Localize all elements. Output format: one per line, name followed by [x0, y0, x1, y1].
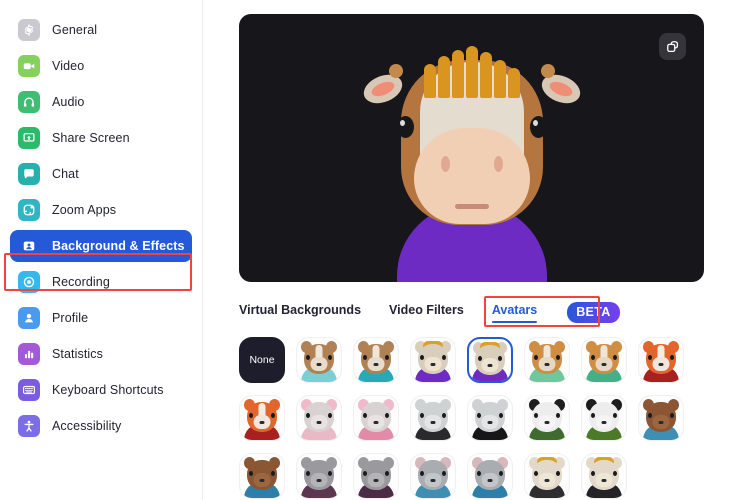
avatar-thumb-art: [411, 454, 455, 498]
sidebar-item-label: Statistics: [52, 347, 104, 361]
sidebar-item-label: Video: [52, 59, 85, 73]
avatar-thumb-art: [354, 454, 398, 498]
avatar-tile-bear-blue-2[interactable]: [239, 453, 285, 499]
avatar-tile-cow-purple[interactable]: [410, 337, 456, 383]
avatar-tile-fox-red[interactable]: [638, 337, 684, 383]
sidebar-item-profile[interactable]: Profile: [10, 302, 192, 334]
tab-avatars-group: Avatars BETA: [483, 295, 620, 327]
tab-avatars[interactable]: Avatars: [491, 303, 538, 323]
gear-icon: [18, 19, 40, 41]
avatar-thumb-art: [297, 396, 341, 440]
avatar-tile-cow-dark[interactable]: [524, 453, 570, 499]
effects-tab-bar: Virtual Backgrounds Video Filters Avatar…: [239, 295, 750, 327]
avatar-thumb-art: [297, 454, 341, 498]
avatar-tile-polar-bear[interactable]: [410, 395, 456, 441]
avatar-tile-dog-teal-2[interactable]: [353, 337, 399, 383]
sidebar-item-label: Keyboard Shortcuts: [52, 383, 164, 397]
avatar-tile-none[interactable]: None: [239, 337, 285, 383]
sidebar-item-general[interactable]: General: [10, 14, 192, 46]
sidebar-item-zoom-apps[interactable]: Zoom Apps: [10, 194, 192, 226]
avatar-tile-cow-dark-2[interactable]: [581, 453, 627, 499]
avatar-thumb-art: [411, 396, 455, 440]
record-icon: [18, 271, 40, 293]
avatar-tile-cow-purple-2[interactable]: [467, 337, 513, 383]
duplicate-window-icon[interactable]: [659, 33, 686, 60]
avatar-tile-panda-green[interactable]: [524, 395, 570, 441]
avatar-tile-rabbit-pink[interactable]: [296, 395, 342, 441]
cow-avatar-art: [359, 32, 584, 282]
sidebar-item-label: Zoom Apps: [52, 203, 117, 217]
sidebar-item-chat[interactable]: Chat: [10, 158, 192, 190]
tab-virtual-backgrounds[interactable]: Virtual Backgrounds: [239, 303, 361, 322]
tab-video-filters[interactable]: Video Filters: [389, 303, 464, 322]
sidebar-item-audio[interactable]: Audio: [10, 86, 192, 118]
avatar-thumb-art: [411, 338, 455, 382]
avatar-thumb-art: [354, 338, 398, 382]
settings-main-panel: Virtual Backgrounds Video Filters Avatar…: [203, 0, 750, 500]
chat-bubble-icon: [18, 163, 40, 185]
keyboard-icon: [18, 379, 40, 401]
avatar-thumb-art: [582, 396, 626, 440]
zoom-apps-icon: [18, 199, 40, 221]
avatar-thumb-art: [297, 338, 341, 382]
avatar-thumb-art: [468, 396, 512, 440]
video-preview: [239, 14, 704, 282]
avatar-tile-raccoon-plum[interactable]: [296, 453, 342, 499]
avatar-tile-bear-blue[interactable]: [638, 395, 684, 441]
avatar-thumb-art: [240, 396, 284, 440]
avatar-tile-panda-green-2[interactable]: [581, 395, 627, 441]
mane: [423, 46, 520, 98]
sidebar-item-label: Audio: [52, 95, 85, 109]
avatar-tile-polar-bear-2[interactable]: [467, 395, 513, 441]
avatar-thumb-art: [639, 338, 683, 382]
avatar-thumb-art: [582, 338, 626, 382]
avatar-thumb-art: [354, 396, 398, 440]
person-frame-icon: [18, 235, 40, 257]
person-icon: [18, 307, 40, 329]
sidebar-item-keyboard-shortcuts[interactable]: Keyboard Shortcuts: [10, 374, 192, 406]
sidebar-item-accessibility[interactable]: Accessibility: [10, 410, 192, 442]
video-camera-icon: [18, 55, 40, 77]
avatar-thumb-art: [525, 396, 569, 440]
avatar-none-label: None: [249, 354, 275, 366]
sidebar-item-statistics[interactable]: Statistics: [10, 338, 192, 370]
sidebar-item-label: General: [52, 23, 98, 37]
avatar-tile-dog-green-2[interactable]: [581, 337, 627, 383]
avatar-tile-fox-red-2[interactable]: [239, 395, 285, 441]
avatar-tile-raccoon-plum-2[interactable]: [353, 453, 399, 499]
sidebar-item-video[interactable]: Video: [10, 50, 192, 82]
avatar-tile-cat-blue[interactable]: [410, 453, 456, 499]
sidebar-item-label: Accessibility: [52, 419, 122, 433]
avatar-thumb-art: [240, 454, 284, 498]
avatar-thumb-art: [639, 396, 683, 440]
share-screen-icon: [18, 127, 40, 149]
avatar-thumb-art: [525, 338, 569, 382]
headphones-icon: [18, 91, 40, 113]
avatar-grid: None: [239, 337, 717, 499]
settings-sidebar: General Video Audio Share Screen Chat Zoom Ap…: [0, 0, 203, 500]
avatar-thumb-art: [468, 454, 512, 498]
avatar-tile-cat-blue-2[interactable]: [467, 453, 513, 499]
avatar-tile-dog-green[interactable]: [524, 337, 570, 383]
sidebar-item-background-effects[interactable]: Background & Effects: [10, 230, 192, 262]
sidebar-item-label: Background & Effects: [52, 239, 185, 253]
beta-badge: BETA: [567, 301, 620, 323]
zoom-settings-window: General Video Audio Share Screen Chat Zoom Ap…: [0, 0, 750, 500]
sidebar-item-label: Chat: [52, 167, 79, 181]
accessibility-icon: [18, 415, 40, 437]
avatar-tile-dog-teal[interactable]: [296, 337, 342, 383]
avatar-tile-rabbit-pink-2[interactable]: [353, 395, 399, 441]
sidebar-item-label: Recording: [52, 275, 110, 289]
sidebar-item-recording[interactable]: Recording: [10, 266, 192, 298]
sidebar-item-label: Share Screen: [52, 131, 130, 145]
avatar-thumb-art: [582, 454, 626, 498]
avatar-thumb-art: [469, 339, 511, 381]
sidebar-item-share-screen[interactable]: Share Screen: [10, 122, 192, 154]
avatar-thumb-art: [525, 454, 569, 498]
sidebar-item-label: Profile: [52, 311, 89, 325]
bar-chart-icon: [18, 343, 40, 365]
